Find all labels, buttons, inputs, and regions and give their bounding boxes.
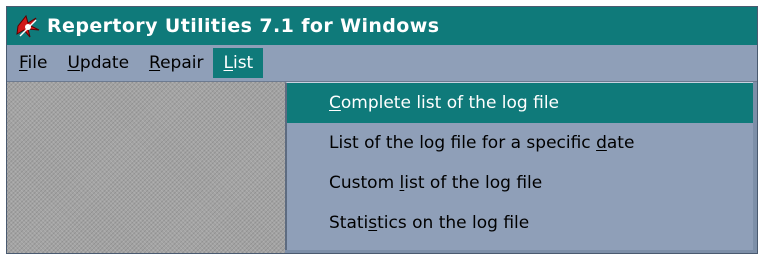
menu-item-statistics[interactable]: Statistics on the log file: [287, 203, 753, 243]
menu-item-list-specific-date[interactable]: List of the log file for a specific date: [287, 123, 753, 163]
window-title: Repertory Utilities 7.1 for Windows: [47, 15, 440, 37]
menu-update[interactable]: Update: [57, 48, 139, 78]
menu-item-custom-list[interactable]: Custom list of the log file: [287, 163, 753, 203]
menu-bar: File Update Repair List: [7, 45, 757, 82]
menu-file[interactable]: File: [9, 48, 57, 78]
menu-repair[interactable]: Repair: [139, 48, 213, 78]
title-bar[interactable]: Repertory Utilities 7.1 for Windows: [7, 7, 757, 45]
menu-item-complete-list[interactable]: Complete list of the log file: [287, 83, 753, 123]
list-dropdown-menu: Complete list of the log file List of th…: [285, 82, 753, 250]
menu-list[interactable]: List: [213, 48, 264, 78]
app-logo-icon[interactable]: [13, 11, 43, 41]
workspace-background: [7, 82, 285, 253]
app-window: Repertory Utilities 7.1 for Windows File…: [6, 6, 758, 254]
